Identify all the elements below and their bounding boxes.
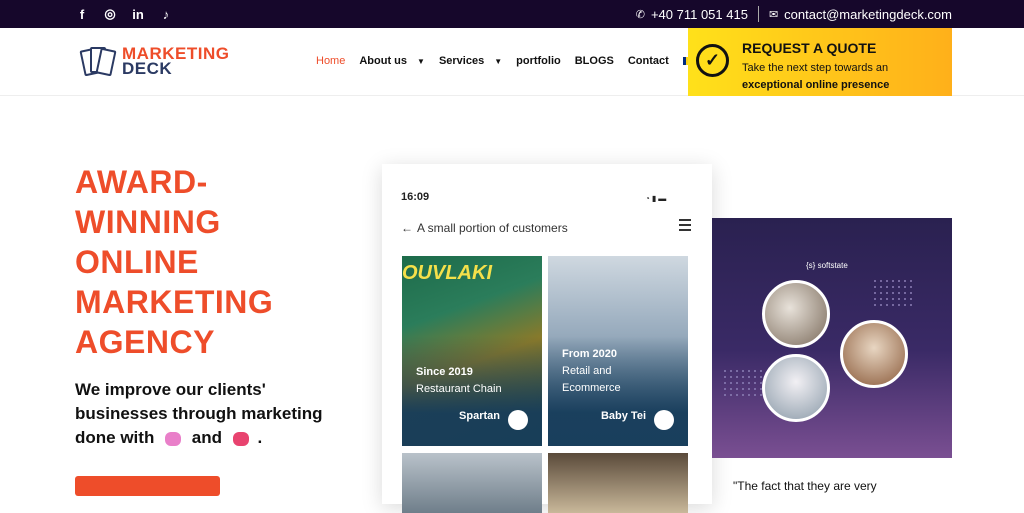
email-link[interactable]: contact@marketingdeck.com (784, 7, 952, 22)
card-image-text: OUVLAKI (402, 262, 492, 284)
sub-text: . (257, 428, 263, 447)
card-category: Restaurant Chain (416, 383, 502, 395)
headline-line: WINNING (75, 204, 221, 240)
chevron-down-icon: ▼ (417, 56, 425, 66)
logo[interactable]: MARKETING DECK (79, 43, 229, 79)
customer-card-spartan[interactable]: OUVLAKI Since 2019 Restaurant Chain Spar… (402, 256, 542, 446)
card-client-name: Spartan (459, 410, 500, 422)
phone-icon: ✆ (635, 8, 645, 21)
nav-services-label: Services (438, 55, 485, 67)
site-header: MARKETING DECK Home About us ▼ Services … (0, 28, 1024, 96)
nav-services[interactable]: Services ▼ (439, 55, 502, 67)
logo-text-deck: DECK (122, 59, 173, 78)
sub-text: done with (75, 428, 155, 447)
nav-about[interactable]: About us ▼ (359, 55, 425, 67)
facebook-icon[interactable]: f (74, 6, 90, 22)
softstate-logo: {s} softstate (806, 261, 848, 270)
social-links: f ◎ in ♪ (74, 6, 174, 22)
top-bar: f ◎ in ♪ ✆ +40 711 051 415 ✉ contact@mar… (0, 0, 1024, 28)
quote-line1: Take the next step towards an (742, 62, 889, 74)
phone-mockup: 16:09 ◔▮▬ ← A small portion of customers… (382, 164, 712, 513)
nav-portfolio[interactable]: portfolio (516, 55, 561, 67)
nav-about-label: About us (359, 55, 408, 67)
hero-headline: AWARD- WINNING ONLINE MARKETING AGENCY (75, 162, 325, 362)
phone-screen-title: A small portion of customers (417, 221, 568, 235)
main-nav: Home About us ▼ Services ▼ portfolio BLO… (316, 55, 712, 67)
card-since: From 2020 (562, 348, 618, 360)
customer-card[interactable] (402, 453, 542, 513)
request-quote-button[interactable]: ✓ REQUEST A QUOTE Take the next step tow… (688, 28, 952, 96)
headline-line: AGENCY (75, 324, 215, 360)
client-logo-icon (508, 410, 528, 430)
brain-icon (165, 431, 182, 446)
nav-contact[interactable]: Contact (628, 55, 669, 67)
nav-home[interactable]: Home (316, 55, 345, 67)
hero-subheading: We improve our clients' businesses throu… (75, 378, 335, 450)
heart-icon (232, 431, 249, 446)
phone-time: 16:09 (401, 191, 430, 203)
quote-title: REQUEST A QUOTE (742, 40, 877, 56)
hero-cta-button[interactable] (75, 476, 220, 496)
customer-card[interactable] (548, 453, 688, 513)
sub-text: and (191, 428, 223, 447)
testimonial-text: "The fact that they are very (733, 479, 877, 493)
photo-circle (840, 320, 908, 388)
back-arrow-icon[interactable]: ← (401, 221, 413, 235)
dot-pattern (872, 278, 912, 308)
customer-card-babytei[interactable]: From 2020 Retail and Ecommerce Baby Tei (548, 256, 688, 446)
headline-line: ONLINE (75, 244, 199, 280)
nav-blogs[interactable]: BLOGS (575, 55, 614, 67)
phone-link[interactable]: +40 711 051 415 (651, 7, 748, 22)
instagram-icon[interactable]: ◎ (102, 6, 118, 22)
sub-line: We improve our clients' (75, 380, 266, 399)
mail-icon: ✉ (768, 8, 779, 21)
hamburger-menu-icon[interactable] (679, 219, 691, 234)
photo-circle (762, 280, 830, 348)
checkmark-icon: ✓ (696, 44, 729, 77)
contact-info: ✆ +40 711 051 415 ✉ contact@marketingdec… (636, 6, 952, 22)
client-logo-icon (654, 410, 674, 430)
tiktok-icon[interactable]: ♪ (158, 6, 174, 22)
logo-cards-icon (79, 43, 118, 79)
card-client-name: Baby Tei (600, 410, 646, 422)
status-icons: ◔▮▬ (645, 194, 669, 203)
sub-line: businesses through marketing (75, 404, 323, 423)
headline-line: MARKETING (75, 284, 274, 320)
photo-circle (762, 354, 830, 422)
sub-line: done with and . (75, 426, 335, 450)
divider (757, 6, 759, 22)
case-study-image: {s} softstate (712, 218, 952, 458)
headline-line: AWARD- (75, 164, 208, 200)
card-category: Retail and (562, 365, 612, 377)
linkedin-icon[interactable]: in (130, 6, 146, 22)
chevron-down-icon: ▼ (494, 56, 503, 66)
card-category: Ecommerce (562, 382, 621, 394)
card-since: Since 2019 (416, 366, 473, 378)
quote-line2: exceptional online presence (742, 79, 890, 91)
dot-pattern (722, 368, 762, 398)
